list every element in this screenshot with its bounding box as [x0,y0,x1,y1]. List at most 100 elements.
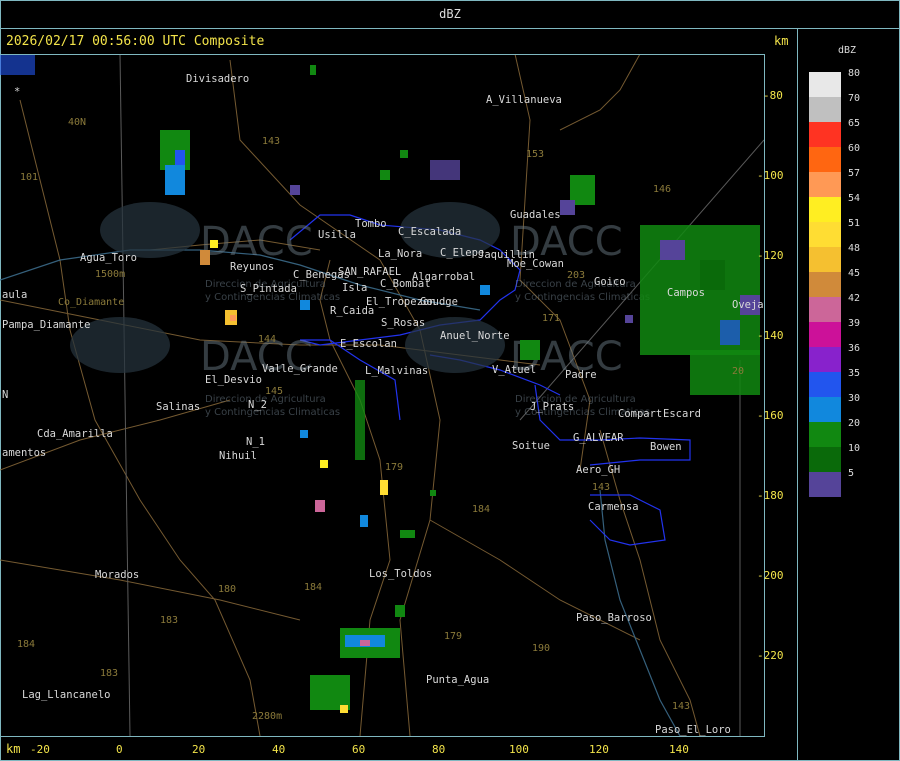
legend-swatch [809,422,841,447]
place-label: Campos [667,287,705,299]
unit-title: dBZ [439,7,461,21]
place-label: Tombo [355,218,387,230]
route-label: 171 [542,313,560,324]
y-tick: -220 [757,649,784,662]
y-tick: -140 [757,329,784,342]
route-label: 143 [592,482,610,493]
legend-swatch [809,247,841,272]
legend-swatch [809,322,841,347]
route-label: Co_Diamante [58,297,124,308]
route-label: 183 [100,668,118,679]
x-axis-unit: km [6,742,21,756]
route-label: 184 [304,582,322,593]
place-label: N [2,389,8,401]
place-label: N_2 [248,399,267,411]
route-label: 145 [265,386,283,397]
route-label: 20 [732,366,744,377]
place-label: E_Escolan [340,338,397,350]
place-label: Goico [594,276,626,288]
color-legend [809,72,841,497]
place-label: Oveja [732,299,764,311]
watermark-line2-b: y Contingencias Climaticas [515,292,650,303]
route-label: 180 [218,584,236,595]
legend-swatch [809,72,841,97]
place-label: A_Villanueva [486,94,562,106]
x-tick: 40 [272,743,286,756]
place-label: Valle_Grande [262,363,338,375]
legend-label: 42 [848,293,861,304]
route-label: 1500m [95,269,125,280]
legend-swatch [809,372,841,397]
radar-timestamp: 2026/02/17 00:56:00 UTC Composite [6,34,265,49]
route-label: 153 [526,149,544,160]
route-label: 144 [258,334,276,345]
legend-swatch [809,122,841,147]
legend-label: 35 [848,368,861,379]
map-border-top [0,54,764,55]
legend-swatch [809,172,841,197]
route-label: 40N [68,117,86,128]
legend-label: 80 [848,68,861,79]
place-label: Aero_GH [576,464,620,476]
place-label: J_Prats [530,401,574,413]
legend-swatch [809,297,841,322]
place-label: Lag_Llancanelo [22,689,111,701]
place-label: El_Desvio [205,374,262,386]
place-label: Punta_Agua [426,674,489,686]
place-label: Escard [663,408,701,420]
place-label: N_1 [246,436,265,448]
place-label: Carmensa [588,501,639,513]
y-tick: -100 [757,169,784,182]
legend-title: dBZ [838,45,857,56]
legend-swatch [809,472,841,497]
x-tick: 0 [116,743,123,756]
title-bar: dBZ [0,0,900,28]
frame-legend-divider [797,28,798,761]
route-label: 183 [160,615,178,626]
route-label: 143 [262,136,280,147]
place-label: Agua_Toro [80,252,137,264]
place-label: L_Malvinas [365,365,428,377]
y-tick: -200 [757,569,784,582]
place-label: S_Pintada [240,283,297,295]
place-label: Nihuil [219,450,257,462]
place-label: Compart [618,408,662,420]
place-label: V_Atuel [492,364,536,376]
place-label: Salinas [156,401,200,413]
legend-swatch [809,272,841,297]
frame-top-divider [0,28,900,29]
route-label: 101 [20,172,38,183]
radar-map[interactable]: DACC DACC DACC DACC Direccion de Agricul… [0,54,764,736]
legend-label: 65 [848,118,861,129]
x-tick: 120 [589,743,609,756]
frame-top [0,0,900,1]
place-label: C_Benegas [293,269,350,281]
legend-label: 70 [848,93,861,104]
place-label: Soitue [512,440,550,452]
route-label: 190 [532,643,550,654]
legend-label: 60 [848,143,861,154]
place-label: Paso_Barroso [576,612,652,624]
route-label: 143 [672,701,690,712]
place-label: Usilla [318,229,356,241]
map-border-bottom [0,736,765,737]
route-label: 203 [567,270,585,281]
place-label: C_Escalada [398,226,461,238]
legend-swatch [809,197,841,222]
route-label: 184 [17,639,35,650]
place-label: Goudge [420,296,458,308]
y-axis-unit: km [774,34,789,48]
map-border-right [764,54,765,736]
place-label: Isla [342,282,367,294]
y-tick: -180 [757,489,784,502]
legend-swatch [809,147,841,172]
legend-label: 10 [848,443,861,454]
x-tick: -20 [30,743,50,756]
legend-label: 51 [848,218,861,229]
place-label: Pampa_Diamante [2,319,91,331]
map-canvas: DACC DACC DACC DACC Direccion de Agricul… [0,54,764,736]
place-label: G_ALVEAR [573,432,624,444]
place-label: aula [2,289,27,301]
place-label: Padre [565,369,597,381]
place-label: Divisadero [186,73,249,85]
